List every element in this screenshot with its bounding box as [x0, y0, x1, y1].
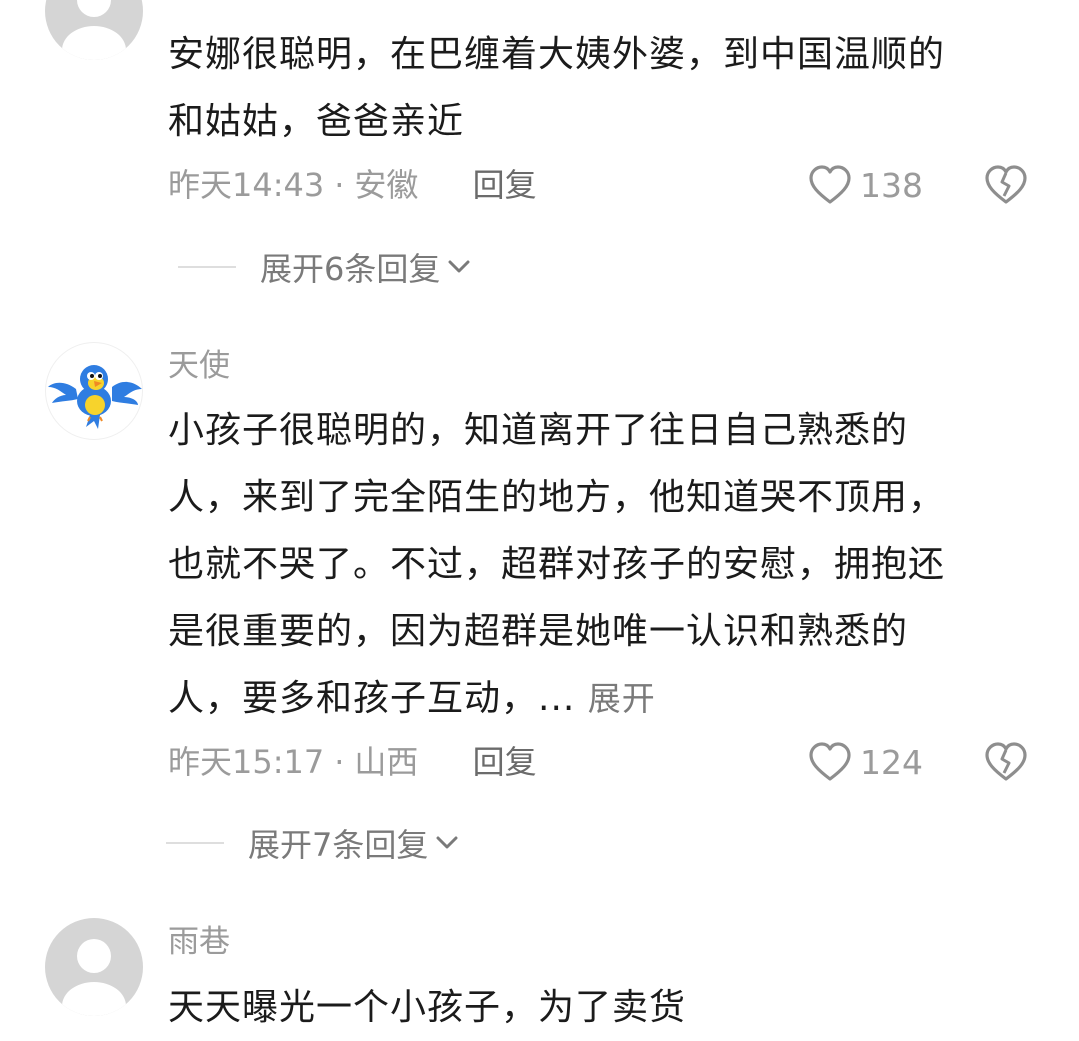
reply-button[interactable]: 回复 — [473, 743, 537, 781]
broken-heart-icon — [985, 165, 1027, 204]
expand-replies-label: 展开6条回复 — [260, 250, 441, 288]
comment-username[interactable]: 雨巷 — [168, 922, 230, 962]
comment-time: 昨天14:43 — [168, 166, 325, 204]
comment-meta: 昨天14:43 · 安徽 回复 — [168, 165, 537, 205]
dislike-button[interactable] — [983, 162, 1029, 208]
like-count: 124 — [860, 742, 923, 782]
meta-separator: · — [334, 166, 345, 204]
expand-replies-button[interactable]: 展开6条回复 — [178, 247, 470, 288]
expand-replies-button[interactable]: 展开7条回复 — [166, 823, 458, 864]
default-avatar-icon — [62, 939, 126, 1016]
comment-content: 安娜很聪明，在巴缠着大姨外婆，到中国温顺的 和姑姑，爸爸亲近 — [168, 34, 946, 142]
like-count: 138 — [860, 165, 923, 205]
meta-separator: · — [334, 743, 345, 781]
like-button[interactable]: 124 — [808, 739, 923, 785]
comment-location: 安徽 — [354, 166, 419, 204]
comment-meta: 昨天15:17 · 山西 回复 — [168, 742, 537, 782]
chevron-down-icon — [436, 836, 458, 849]
heart-icon — [809, 742, 851, 781]
comment-avatar[interactable] — [45, 918, 143, 1016]
expand-text-link[interactable]: 展开 — [588, 679, 656, 718]
reply-button[interactable]: 回复 — [473, 166, 537, 204]
chevron-down-icon — [448, 260, 470, 273]
expand-replies-label: 展开7条回复 — [248, 826, 429, 864]
comment-avatar[interactable] — [45, 342, 143, 440]
comment-avatar[interactable] — [45, 0, 143, 60]
comment-content: 小孩子很聪明的，知道离开了往日自己熟悉的 人，来到了完全陌生的地方，他知道哭不顶… — [168, 410, 946, 719]
default-avatar-icon — [62, 0, 126, 60]
dislike-button[interactable] — [983, 739, 1029, 785]
comment-content: 天天曝光一个小孩子，为了卖货 — [168, 987, 687, 1028]
comment-username[interactable]: 天使 — [168, 346, 230, 386]
divider — [178, 266, 236, 268]
divider — [166, 842, 224, 844]
like-button[interactable]: 138 — [808, 162, 923, 208]
comment-location: 山西 — [354, 743, 419, 781]
comment-time: 昨天15:17 — [168, 743, 325, 781]
heart-icon — [809, 165, 851, 204]
broken-heart-icon — [985, 742, 1027, 781]
bird-avatar-icon — [48, 365, 142, 429]
